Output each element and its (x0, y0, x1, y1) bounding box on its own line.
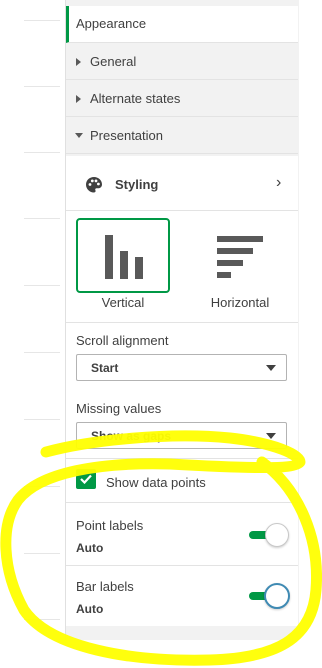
section-appearance-label: Appearance (76, 16, 147, 31)
scroll-alignment-select[interactable]: Start (76, 354, 287, 381)
divider (66, 458, 298, 459)
palette-icon (85, 176, 103, 199)
toggle-knob (264, 583, 290, 609)
caret-down-icon (266, 433, 276, 439)
bar-labels-label: Bar labels (76, 579, 134, 594)
section-general-label: General (90, 54, 137, 69)
background-line (24, 486, 60, 487)
background-line (24, 20, 60, 21)
missing-values-value: Show as gaps (91, 429, 172, 443)
styling-row[interactable]: Styling › (66, 156, 298, 211)
missing-values-select[interactable]: Show as gaps (76, 422, 287, 449)
orientation-vertical-option[interactable] (76, 218, 170, 293)
section-presentation[interactable]: Presentation (66, 118, 298, 154)
scroll-alignment-label: Scroll alignment (76, 333, 169, 348)
bar-labels-value: Auto (76, 602, 104, 616)
background-line (24, 619, 60, 620)
background-line (24, 285, 60, 286)
styling-label: Styling (115, 177, 159, 192)
orientation-horizontal-label: Horizontal (210, 295, 270, 310)
show-data-points-checkbox[interactable] (76, 469, 96, 489)
show-data-points-label: Show data points (106, 475, 206, 490)
scroll-alignment-value: Start (91, 361, 119, 375)
background-line (24, 152, 60, 153)
caret-down-icon (266, 365, 276, 371)
background-line (24, 553, 60, 554)
check-icon (80, 474, 92, 484)
divider (66, 565, 298, 566)
background-line (24, 86, 60, 87)
missing-values-label: Missing values (76, 401, 162, 416)
caret-right-icon (76, 95, 81, 103)
point-labels-value: Auto (76, 541, 104, 555)
toggle-knob (265, 523, 289, 547)
section-alternate-states-label: Alternate states (90, 91, 181, 106)
vertical-bars-icon (105, 235, 143, 279)
caret-right-icon (76, 58, 81, 66)
presentation-card: Styling › Vertical Horizontal Scroll ali… (66, 156, 298, 626)
chevron-right-icon: › (276, 174, 282, 191)
point-labels-label: Point labels (76, 518, 144, 533)
orientation-horizontal-option[interactable] (193, 218, 287, 293)
caret-down-icon (75, 133, 83, 138)
divider (66, 322, 298, 323)
point-labels-toggle[interactable] (249, 522, 289, 548)
section-presentation-label: Presentation (90, 128, 163, 143)
section-alternate-states[interactable]: Alternate states (66, 81, 298, 117)
divider (66, 502, 298, 503)
horizontal-bars-icon (217, 236, 263, 278)
bar-labels-toggle[interactable] (249, 583, 290, 609)
background-line (24, 352, 60, 353)
section-general[interactable]: General (66, 44, 298, 80)
background-line (24, 419, 60, 420)
orientation-vertical-label: Vertical (101, 295, 145, 310)
section-appearance[interactable]: Appearance (66, 6, 298, 43)
background-line (24, 218, 60, 219)
